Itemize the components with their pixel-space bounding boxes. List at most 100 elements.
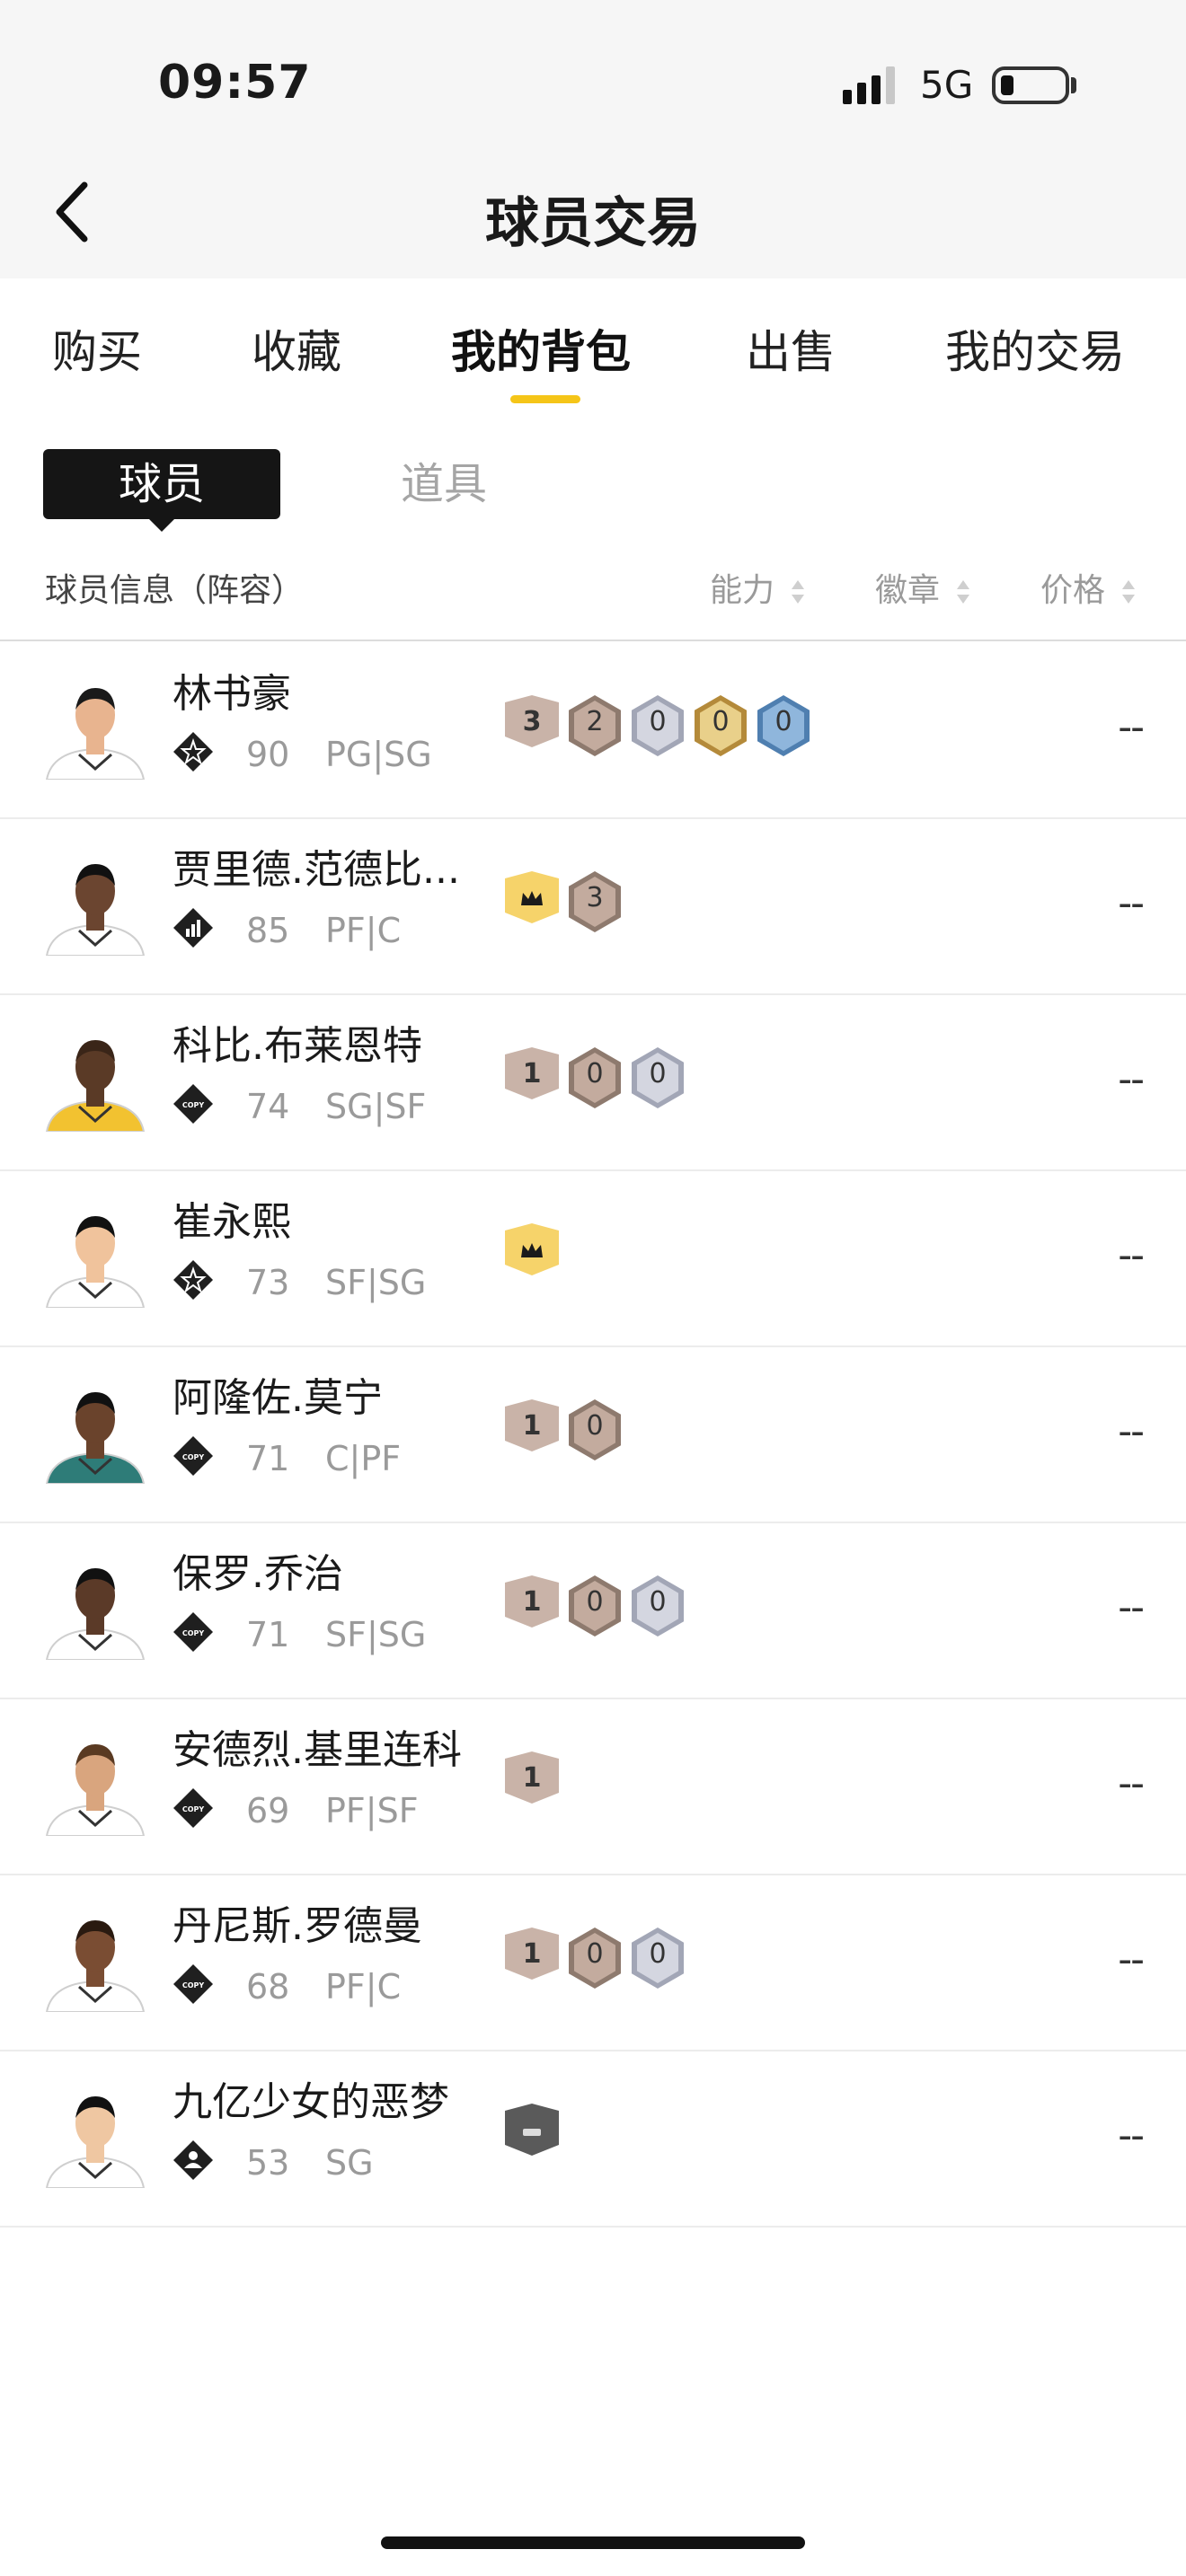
bronze-badge-icon: 2: [566, 693, 624, 758]
copy-tier-icon: COPY: [173, 1611, 214, 1653]
player-row[interactable]: 九亿少女的恶梦 53 SG --: [0, 2051, 1186, 2228]
battery-low-icon: [992, 66, 1069, 104]
tab-buy[interactable]: 购买: [52, 316, 142, 381]
player-price: --: [1118, 1408, 1145, 1454]
player-position: SG|SF: [325, 1087, 427, 1126]
badge-count: 0: [774, 706, 792, 737]
segment-players[interactable]: 球员: [43, 449, 280, 519]
player-row[interactable]: 崔永熙 73 SF|SG --: [0, 1171, 1186, 1347]
level-badge-icon: 1: [503, 1750, 561, 1814]
silver-badge-icon: 0: [629, 1045, 686, 1110]
tab-my-backpack[interactable]: 我的背包: [451, 316, 631, 381]
svg-text:COPY: COPY: [182, 1453, 205, 1461]
player-rating: 71: [246, 1615, 290, 1654]
silver-badge-icon: 0: [629, 693, 686, 758]
player-position: PF|SF: [325, 1791, 419, 1831]
segment-items[interactable]: 道具: [401, 449, 487, 519]
player-row[interactable]: 保罗.乔治 COPY 71 SF|SG 1 0 0 --: [0, 1523, 1186, 1699]
player-rating: 73: [246, 1263, 290, 1302]
badge-count: 1: [522, 1410, 542, 1442]
badge-count: 0: [649, 706, 667, 737]
column-badge-sort[interactable]: 徽章: [875, 564, 971, 611]
badge-count: 1: [522, 1762, 542, 1794]
silver-badge-icon: 0: [629, 1574, 686, 1638]
player-avatar: [43, 1556, 147, 1661]
player-name: 科比.布莱恩特: [173, 1023, 422, 1069]
sort-icon: [1122, 580, 1136, 604]
player-row[interactable]: 贾里德.范德比... 85 PF|C 3 --: [0, 819, 1186, 995]
person-tier-icon: [173, 2139, 214, 2181]
player-position: PF|C: [325, 1967, 402, 2007]
tab-favorites[interactable]: 收藏: [252, 316, 341, 381]
network-label: 5G: [920, 63, 974, 107]
player-price: --: [1118, 1936, 1145, 1982]
player-price: --: [1118, 2113, 1145, 2158]
badge-count: 0: [649, 1938, 667, 1970]
page-title: 球员交易: [485, 192, 701, 255]
badge-count: 0: [586, 1410, 604, 1442]
column-player-info: 球员信息（阵容）: [45, 572, 305, 609]
player-rating: 69: [246, 1791, 290, 1831]
player-name: 崔永熙: [173, 1199, 291, 1245]
copy-tier-icon: COPY: [173, 1963, 214, 2005]
dash-badge-icon: [503, 2102, 561, 2166]
bronze-badge-icon: 3: [566, 869, 624, 934]
player-name: 保罗.乔治: [173, 1551, 343, 1597]
bronze-badge-icon: 0: [566, 1574, 624, 1638]
bronze-badge-icon: 0: [566, 1398, 624, 1462]
badge-count: 0: [586, 1938, 604, 1970]
home-indicator[interactable]: [381, 2536, 805, 2549]
column-price-sort[interactable]: 价格: [1040, 564, 1137, 611]
player-position: SF|SG: [325, 1263, 427, 1302]
blue-badge-icon: 0: [755, 693, 812, 758]
player-avatar: [43, 1732, 147, 1837]
badge-count: 0: [586, 1586, 604, 1618]
player-row[interactable]: 丹尼斯.罗德曼 COPY 68 PF|C 1 0 0 --: [0, 1875, 1186, 2051]
badge-count: 0: [712, 706, 730, 737]
silver-badge-icon: 0: [629, 1926, 686, 1990]
player-price: --: [1118, 880, 1145, 926]
player-price: --: [1118, 1584, 1145, 1630]
copy-tier-icon: COPY: [173, 1435, 214, 1477]
sort-icon: [792, 580, 805, 604]
badge-count: 2: [586, 706, 604, 737]
player-row[interactable]: 阿隆佐.莫宁 COPY 71 C|PF 1 0 --: [0, 1347, 1186, 1523]
column-ability-sort[interactable]: 能力: [710, 564, 806, 611]
player-rating: 90: [246, 735, 290, 774]
sort-icon: [957, 580, 970, 604]
player-row[interactable]: 林书豪 90 PG|SG 3 2 0 0 0 --: [0, 643, 1186, 819]
player-avatar: [43, 2084, 147, 2189]
player-name: 阿隆佐.莫宁: [173, 1375, 383, 1421]
signal-icon: [843, 66, 895, 104]
tab-sell[interactable]: 出售: [746, 316, 836, 381]
segment-pointer: [147, 517, 176, 532]
player-position: PG|SG: [325, 735, 432, 774]
svg-text:COPY: COPY: [182, 1629, 205, 1637]
player-row[interactable]: 科比.布莱恩特 COPY 74 SG|SF 1 0 0 --: [0, 995, 1186, 1171]
header-divider: [0, 640, 1186, 641]
crown-badge-icon: [503, 1222, 561, 1286]
badge-count: 3: [586, 882, 604, 913]
player-avatar: [43, 1380, 147, 1485]
player-rating: 74: [246, 1087, 290, 1126]
crown-badge-icon: [503, 869, 561, 934]
level-badge-icon: 1: [503, 1574, 561, 1638]
player-position: SF|SG: [325, 1615, 427, 1654]
player-avatar: [43, 1908, 147, 2013]
bronze-badge-icon: 0: [566, 1926, 624, 1990]
tab-my-trades[interactable]: 我的交易: [945, 316, 1125, 381]
player-rating: 53: [246, 2143, 290, 2183]
badge-count: 0: [649, 1058, 667, 1090]
player-row[interactable]: 安德烈.基里连科 COPY 69 PF|SF 1 --: [0, 1699, 1186, 1875]
level-badge-icon: 1: [503, 1045, 561, 1110]
player-position: C|PF: [325, 1439, 402, 1478]
svg-text:COPY: COPY: [182, 1981, 205, 1989]
player-name: 贾里德.范德比...: [173, 847, 460, 893]
level-badge-icon: 1: [503, 1926, 561, 1990]
player-rating: 85: [246, 911, 290, 950]
copy-tier-icon: COPY: [173, 1787, 214, 1829]
player-price: --: [1118, 1232, 1145, 1278]
active-tab-indicator: [510, 395, 580, 403]
badge-count: 3: [522, 706, 542, 737]
player-name: 安德烈.基里连科: [173, 1727, 462, 1773]
